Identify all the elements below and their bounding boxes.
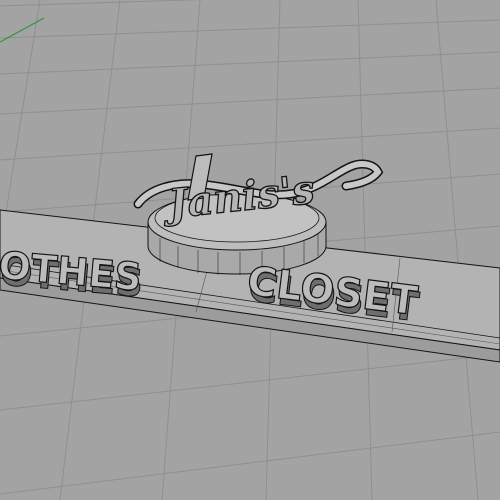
- 3d-viewport[interactable]: Janis's OTHES OTHES CLOSET CLOSET: [0, 0, 500, 500]
